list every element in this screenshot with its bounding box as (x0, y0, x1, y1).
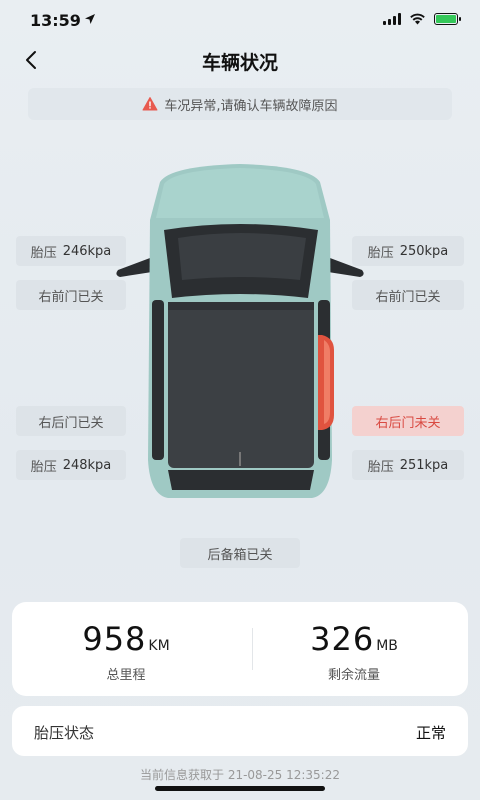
alert-banner: 车况异常,请确认车辆故障原因 (28, 88, 452, 120)
trunk-status: 后备箱已关 (180, 538, 300, 568)
door-rear-left: 右后门已关 (16, 406, 126, 436)
tire-front-left: 胎压 246kpa (16, 236, 126, 266)
status-time: 13:59 (30, 11, 81, 30)
battery-level (436, 15, 456, 23)
tire-rear-left: 胎压 248kpa (16, 450, 126, 480)
tire-front-right-value: 250kpa (399, 243, 449, 259)
alert-text: 车况异常,请确认车辆故障原因 (164, 98, 338, 114)
nav-bar: 车辆状况 (0, 44, 480, 78)
tire-front-left-label: 胎压 (30, 245, 57, 261)
mileage-value: 958 (82, 620, 147, 658)
mileage-value-row: 958 KM (12, 620, 240, 658)
door-front-right: 右前门已关 (352, 280, 464, 310)
home-indicator[interactable] (155, 786, 325, 791)
tire-rear-right-value: 251kpa (399, 457, 449, 473)
data-value: 326 (310, 620, 375, 658)
tire-front-right-label: 胎压 (367, 245, 394, 261)
location-arrow-icon (85, 14, 95, 24)
data-label: 剩余流量 (327, 668, 380, 683)
mileage-label: 总里程 (106, 668, 146, 683)
status-bar: 13:59 (0, 0, 480, 44)
tire-rear-right-label: 胎压 (367, 459, 394, 475)
door-front-left: 右前门已关 (16, 280, 126, 310)
door-rear-right-alert: 右后门未关 (352, 406, 464, 436)
cellular-signal-icon (383, 13, 401, 25)
data-unit: MB (376, 638, 398, 654)
tire-rear-right: 胎压 251kpa (352, 450, 464, 480)
tire-front-left-value: 246kpa (62, 243, 112, 259)
tire-front-right: 胎压 250kpa (352, 236, 464, 266)
data-value-row: 326 MB (240, 620, 468, 658)
tire-status-label: 胎压状态 (34, 724, 95, 742)
page-title: 车辆状况 (201, 52, 278, 74)
info-timestamp: 当前信息获取于 21-08-25 12:35:22 (140, 768, 340, 782)
data-remaining-stat: 326 MB 剩余流量 (240, 620, 468, 683)
mileage-stat: 958 KM 总里程 (12, 620, 240, 683)
tire-rear-left-label: 胎压 (30, 459, 57, 475)
tire-rear-left-value: 248kpa (62, 457, 112, 473)
stats-card: 958 KM 总里程 326 MB 剩余流量 (12, 602, 468, 696)
car-top-view-image (116, 164, 364, 498)
battery-charging-icon (434, 13, 461, 25)
tire-status-row[interactable]: 胎压状态 正常 (12, 706, 468, 756)
wifi-icon (410, 13, 425, 25)
warning-triangle-icon (142, 97, 158, 111)
status-icons (383, 13, 461, 25)
tire-status-value: 正常 (415, 724, 446, 742)
mileage-unit: KM (148, 638, 170, 654)
